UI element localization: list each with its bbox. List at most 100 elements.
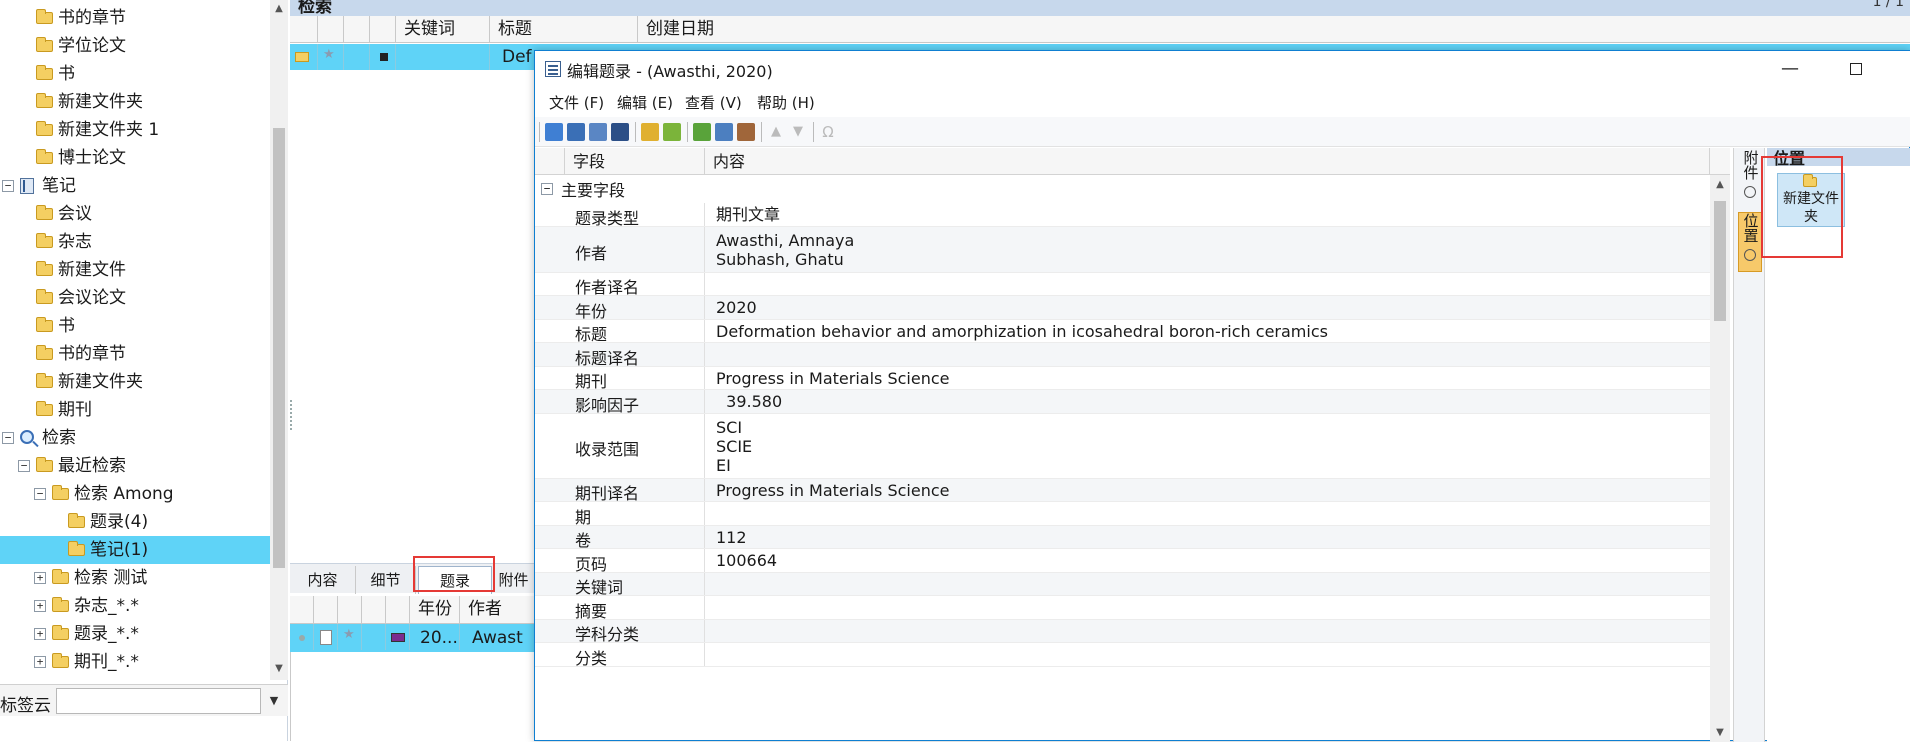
scroll-up-icon[interactable]: ▲ (1710, 175, 1730, 195)
save-as-icon[interactable] (589, 123, 607, 141)
column-icon-4[interactable] (370, 16, 396, 43)
tree-item[interactable]: 书的章节 (0, 4, 270, 32)
field-row[interactable]: 学科分类 (535, 619, 1710, 644)
minimize-button[interactable]: — (1773, 55, 1807, 83)
column-header-field[interactable]: 字段 (565, 148, 705, 175)
column-icon-2[interactable] (318, 16, 344, 43)
tree-item[interactable]: 笔记(1) (0, 536, 270, 564)
tree-item[interactable]: 杂志 (0, 228, 270, 256)
field-row[interactable]: 年份 2020 (535, 296, 1710, 321)
tree-item[interactable]: 新建文件 (0, 256, 270, 284)
field-value[interactable]: Progress in Materials Science (716, 479, 949, 503)
field-value[interactable]: 100664 (716, 549, 777, 573)
field-row[interactable]: 作者译名 (535, 272, 1710, 297)
tab-attachments[interactable]: 附件 (492, 566, 535, 594)
tree-item[interactable]: 题录(4) (0, 508, 270, 536)
scroll-thumb[interactable] (1714, 201, 1726, 321)
field-row[interactable]: 影响因子 39.580 (535, 390, 1710, 415)
field-value[interactable]: Deformation behavior and amorphization i… (716, 320, 1328, 344)
expand-icon[interactable]: + (34, 628, 46, 640)
field-row[interactable]: 收录范围 SCI SCIE EI (535, 413, 1710, 479)
tree-item[interactable]: 学位论文 (0, 32, 270, 60)
field-row[interactable]: 期刊译名 Progress in Materials Science (535, 478, 1710, 503)
scroll-down-icon[interactable]: ▼ (270, 660, 288, 678)
field-value[interactable]: Progress in Materials Science (716, 367, 949, 391)
scroll-up-icon[interactable]: ▲ (270, 0, 288, 18)
field-row[interactable]: 页码 100664 (535, 549, 1710, 574)
collapse-icon[interactable]: − (2, 180, 14, 192)
book-icon[interactable] (737, 123, 755, 141)
menu-edit[interactable]: 编辑 (E) (617, 92, 673, 113)
column-header-content[interactable]: 内容 (705, 148, 1710, 175)
column-header-created[interactable]: 创建日期 (638, 16, 838, 43)
tab-attachments-vertical[interactable]: 附件 (1738, 150, 1762, 206)
tree-item[interactable]: + 杂志_*.* (0, 592, 270, 620)
tree-item[interactable]: 期刊 (0, 396, 270, 424)
tab-location-vertical[interactable]: 位置 (1738, 212, 1762, 272)
column-header-title[interactable]: 标题 (490, 16, 638, 43)
field-row[interactable]: 题录类型 期刊文章 (535, 203, 1710, 228)
column-icon-2[interactable] (314, 596, 338, 623)
tree-item[interactable]: 新建文件夹 1 (0, 116, 270, 144)
expand-icon[interactable]: + (34, 656, 46, 668)
tab-content[interactable]: 内容 (290, 566, 356, 594)
expand-icon[interactable]: + (34, 600, 46, 612)
arrow-down-icon[interactable]: ▼ (789, 123, 807, 141)
arrow-up-icon[interactable]: ▲ (767, 123, 785, 141)
field-value[interactable]: 112 (716, 526, 747, 550)
collapse-icon[interactable]: − (2, 432, 14, 444)
tree-item[interactable]: 书的章节 (0, 340, 270, 368)
field-row[interactable]: 摘要 (535, 596, 1710, 621)
menu-view[interactable]: 查看 (V) (685, 92, 742, 113)
tree-item[interactable]: 新建文件夹 (0, 88, 270, 116)
field-row[interactable]: 分类 (535, 643, 1710, 668)
field-group-row[interactable]: − 主要字段 (535, 175, 1710, 203)
field-value[interactable]: 39.580 (716, 390, 782, 414)
tree-item[interactable]: 博士论文 (0, 144, 270, 172)
field-value[interactable]: EI (716, 456, 731, 475)
field-value[interactable]: Awasthi, Amnaya (716, 231, 854, 250)
field-value[interactable]: Subhash, Ghatu (716, 250, 844, 269)
omega-icon[interactable]: Ω (819, 123, 837, 141)
export-icon[interactable] (611, 123, 629, 141)
field-row[interactable]: 期刊 Progress in Materials Science (535, 366, 1710, 391)
tree-item[interactable]: 新建文件夹 (0, 368, 270, 396)
column-header-year[interactable]: 年份 (410, 596, 460, 623)
splitter-handle[interactable] (290, 400, 294, 430)
field-row[interactable]: 标题 Deformation behavior and amorphization… (535, 319, 1710, 344)
tree-item[interactable]: 书 (0, 60, 270, 88)
tree-item[interactable]: 会议 (0, 200, 270, 228)
maximize-button[interactable] (1839, 55, 1873, 83)
tree-item[interactable]: − 检索 (0, 424, 270, 452)
scroll-down-icon[interactable]: ▼ (1710, 723, 1730, 742)
column-icon-3[interactable] (338, 596, 362, 623)
new-icon[interactable] (545, 123, 563, 141)
column-header-keyword[interactable]: 关键词 (396, 16, 490, 43)
tree-item[interactable]: + 检索 测试 (0, 564, 270, 592)
chevron-down-icon[interactable]: ▼ (264, 689, 284, 713)
table-row[interactable]: ★ 20... Awast (290, 624, 535, 652)
dialog-titlebar[interactable]: 编辑题录 - (Awasthi, 2020) — (535, 51, 1910, 87)
field-row[interactable]: 关键词 (535, 572, 1710, 597)
scroll-thumb[interactable] (273, 128, 285, 568)
save-icon[interactable] (567, 123, 585, 141)
tree-item[interactable]: − 笔记 (0, 172, 270, 200)
tree-item[interactable]: 书 (0, 312, 270, 340)
collapse-icon[interactable]: − (18, 460, 30, 472)
tag-cloud-input[interactable] (56, 688, 261, 714)
field-value[interactable]: 2020 (716, 296, 757, 320)
field-row[interactable]: 卷 112 (535, 525, 1710, 550)
brush-icon[interactable] (641, 123, 659, 141)
field-value[interactable]: SCIE (716, 437, 752, 456)
tab-details[interactable]: 细节 (356, 566, 416, 594)
column-icon-1[interactable] (290, 16, 318, 43)
pin-icon[interactable] (715, 123, 733, 141)
column-icon-4[interactable] (362, 596, 386, 623)
menu-help[interactable]: 帮助 (H) (757, 92, 815, 113)
field-value[interactable]: SCI (716, 418, 742, 437)
field-row[interactable]: 作者 Awasthi, Amnaya Subhash, Ghatu (535, 226, 1710, 273)
menu-file[interactable]: 文件 (F) (549, 92, 604, 113)
collapse-icon[interactable]: − (541, 183, 553, 195)
tree-item[interactable]: − 检索 Among (0, 480, 270, 508)
expand-icon[interactable]: + (34, 572, 46, 584)
